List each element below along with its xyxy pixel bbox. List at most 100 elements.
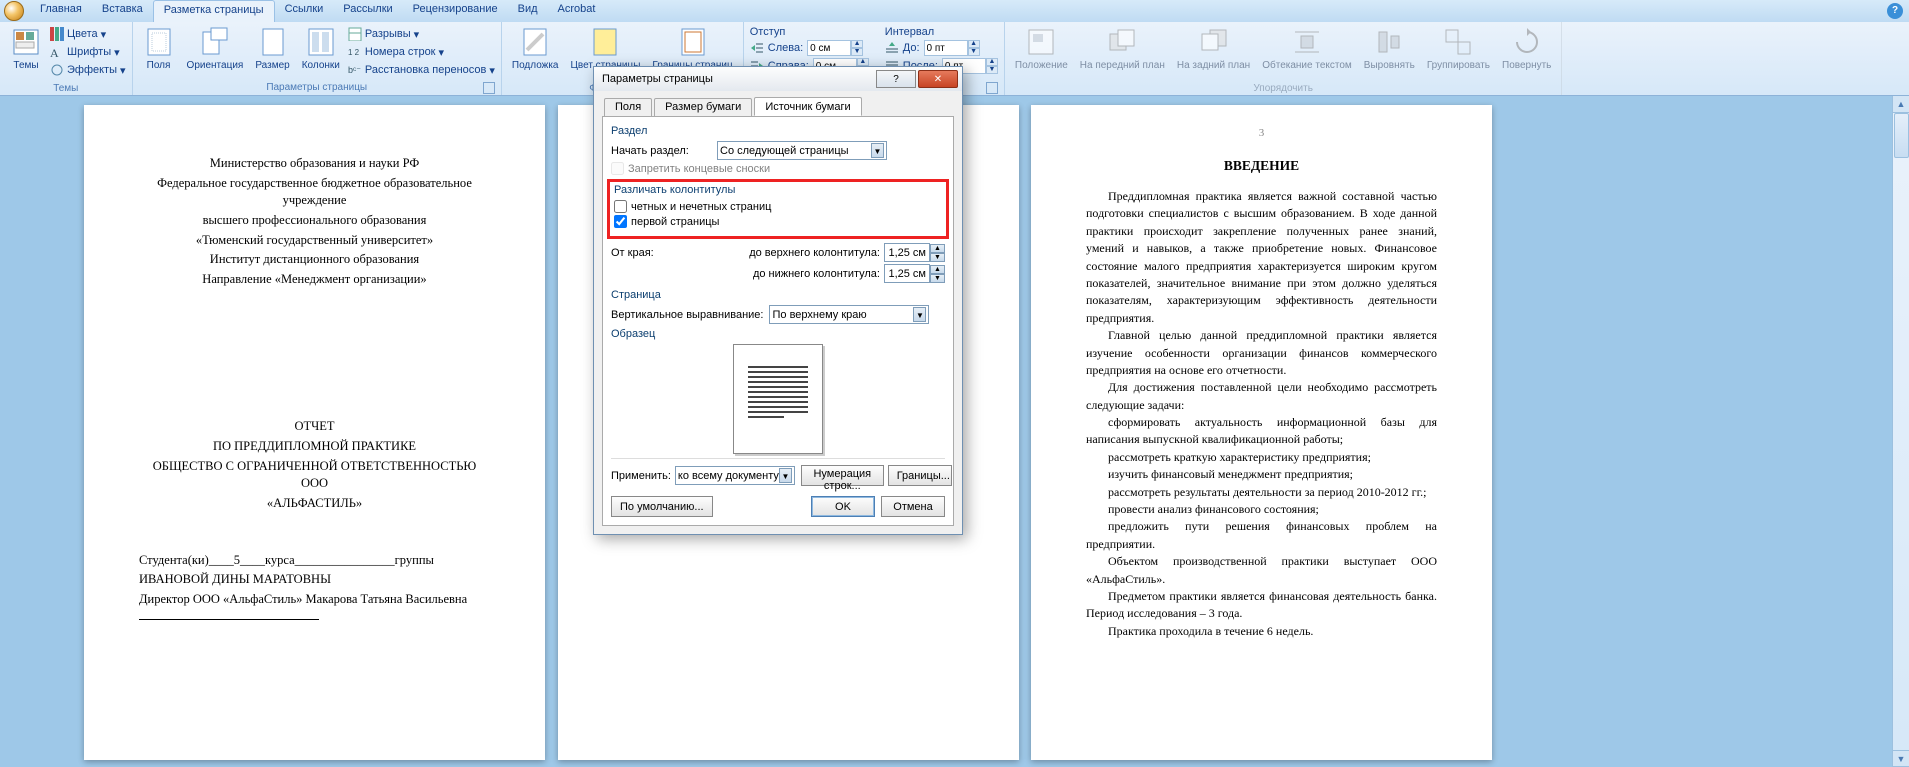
page-setup-launcher[interactable] [483,82,495,94]
section-start-combo[interactable]: Со следующей страницы▼ [717,141,887,160]
diff-first-page-checkbox[interactable] [614,215,627,228]
page-setup-dialog: Параметры страницы ? ✕ Поля Размер бумаг… [593,66,963,535]
scroll-up-button[interactable]: ▲ [1893,96,1909,113]
dialog-title-bar[interactable]: Параметры страницы ? ✕ [594,67,962,91]
scroll-down-button[interactable]: ▼ [1893,750,1909,767]
apply-to-label: Применить: [611,470,671,482]
watermark-button[interactable]: Подложка [508,24,563,73]
wrap-icon [1291,26,1323,58]
rotate-button: Повернуть [1498,24,1555,73]
diff-odd-even-checkbox[interactable] [614,200,627,213]
page-color-icon [589,26,621,58]
suppress-endnotes-checkbox [611,162,624,175]
tab-page-layout[interactable]: Разметка страницы [153,0,275,22]
tab-review[interactable]: Рецензирование [403,0,508,22]
theme-effects-button[interactable]: Эффекты ▾ [50,62,126,78]
svg-text:A: A [50,46,59,59]
group-page-setup: Поля Ориентация Размер Колонки Разрывы ▾… [133,22,502,95]
send-to-back-button: На задний план [1173,24,1254,73]
line-numbers-button[interactable]: 1 2Номера строк ▾ [348,44,495,60]
tab-view[interactable]: Вид [508,0,548,22]
fonts-icon: A [50,45,64,59]
headers-group-label: Различать колонтитулы [614,184,942,196]
rotate-icon [1511,26,1543,58]
page-borders-icon [677,26,709,58]
group-arrange: Положение На передний план На задний пла… [1005,22,1562,95]
breaks-button[interactable]: Разрывы ▾ [348,26,495,42]
footer-distance-input[interactable] [884,264,930,283]
group-title-page-setup: Параметры страницы [139,82,495,94]
section-group-label: Раздел [611,125,945,137]
ok-button[interactable]: OK [811,496,875,517]
watermark-icon [519,26,551,58]
svg-text:bᶜ⁻: bᶜ⁻ [348,65,361,75]
front-icon [1106,26,1138,58]
tab-acrobat[interactable]: Acrobat [548,0,606,22]
spacing-before-input[interactable] [924,40,968,56]
orientation-button[interactable]: Ориентация [183,24,248,73]
effects-icon [50,63,64,77]
align-icon [1373,26,1405,58]
valign-label: Вертикальное выравнивание: [611,309,763,321]
sample-label: Образец [611,328,945,340]
svg-text:1 2: 1 2 [348,48,360,57]
columns-button[interactable]: Колонки [298,24,344,73]
hyphenation-icon: bᶜ⁻ [348,63,362,77]
tab-references[interactable]: Ссылки [275,0,334,22]
size-button[interactable]: Размер [251,24,293,73]
highlighted-headers-region: Различать колонтитулы четных и нечетных … [607,179,949,239]
theme-colors-button[interactable]: Цвета ▾ [50,26,126,42]
dialog-title: Параметры страницы [602,73,874,85]
size-icon [257,26,289,58]
dialog-tab-margins[interactable]: Поля [604,98,652,117]
text-wrap-button: Обтекание текстом [1258,24,1356,73]
footer-distance-label: до нижнего колонтитула: [753,268,880,280]
themes-icon [10,26,42,58]
spacing-before-icon [885,41,899,55]
indent-left-icon [750,41,764,55]
group-themes: Темы Цвета ▾ AШрифты ▾ Эффекты ▾ Темы [0,22,133,95]
line-numbers-button[interactable]: Нумерация строк... [801,465,884,486]
spacing-heading: Интервал [885,26,998,38]
indent-left-input[interactable] [807,40,851,56]
heading-introduction: ВВЕДЕНИЕ [1086,158,1437,174]
dialog-tab-layout[interactable]: Источник бумаги [754,97,861,116]
group-title-themes: Темы [6,83,126,95]
theme-fonts-button[interactable]: AШрифты ▾ [50,44,126,60]
margins-icon [143,26,175,58]
themes-button[interactable]: Темы [6,24,46,73]
from-edge-label: От края: [611,247,711,259]
group-icon [1442,26,1474,58]
scroll-thumb[interactable] [1894,113,1909,158]
dialog-tabstrip: Поля Размер бумаги Источник бумаги [602,95,954,117]
margins-button[interactable]: Поля [139,24,179,73]
group-title-arrange: Упорядочить [1011,83,1555,95]
dialog-help-button[interactable]: ? [876,70,916,88]
dialog-close-button[interactable]: ✕ [918,70,958,88]
align-button[interactable]: Выровнять [1360,24,1419,73]
valign-combo[interactable]: По верхнему краю▼ [769,305,929,324]
help-icon[interactable]: ? [1887,3,1903,19]
position-button[interactable]: Положение [1011,24,1072,73]
page-group-label: Страница [611,289,945,301]
hyphenation-button[interactable]: bᶜ⁻Расстановка переносов ▾ [348,62,495,78]
borders-button[interactable]: Границы... [888,465,952,486]
apply-to-combo[interactable]: ко всему документу▼ [675,466,795,485]
default-button[interactable]: По умолчанию... [611,496,713,517]
cancel-button[interactable]: Отмена [881,496,945,517]
group-button: Группировать [1423,24,1494,73]
tab-insert[interactable]: Вставка [92,0,153,22]
header-distance-input[interactable] [884,243,930,262]
dialog-tab-paper[interactable]: Размер бумаги [654,98,752,117]
office-button-icon[interactable] [4,1,24,21]
palette-icon [50,27,64,41]
page-1: Министерство образования и науки РФ Феде… [84,105,545,760]
back-icon [1198,26,1230,58]
position-icon [1025,26,1057,58]
vertical-scrollbar[interactable]: ▲ ▼ [1892,96,1909,767]
paragraph-launcher[interactable] [986,82,998,94]
tab-mailings[interactable]: Рассылки [333,0,402,22]
tab-home[interactable]: Главная [30,0,92,22]
page-number-3: 3 [1259,127,1265,139]
header-distance-label: до верхнего колонтитула: [749,247,880,259]
